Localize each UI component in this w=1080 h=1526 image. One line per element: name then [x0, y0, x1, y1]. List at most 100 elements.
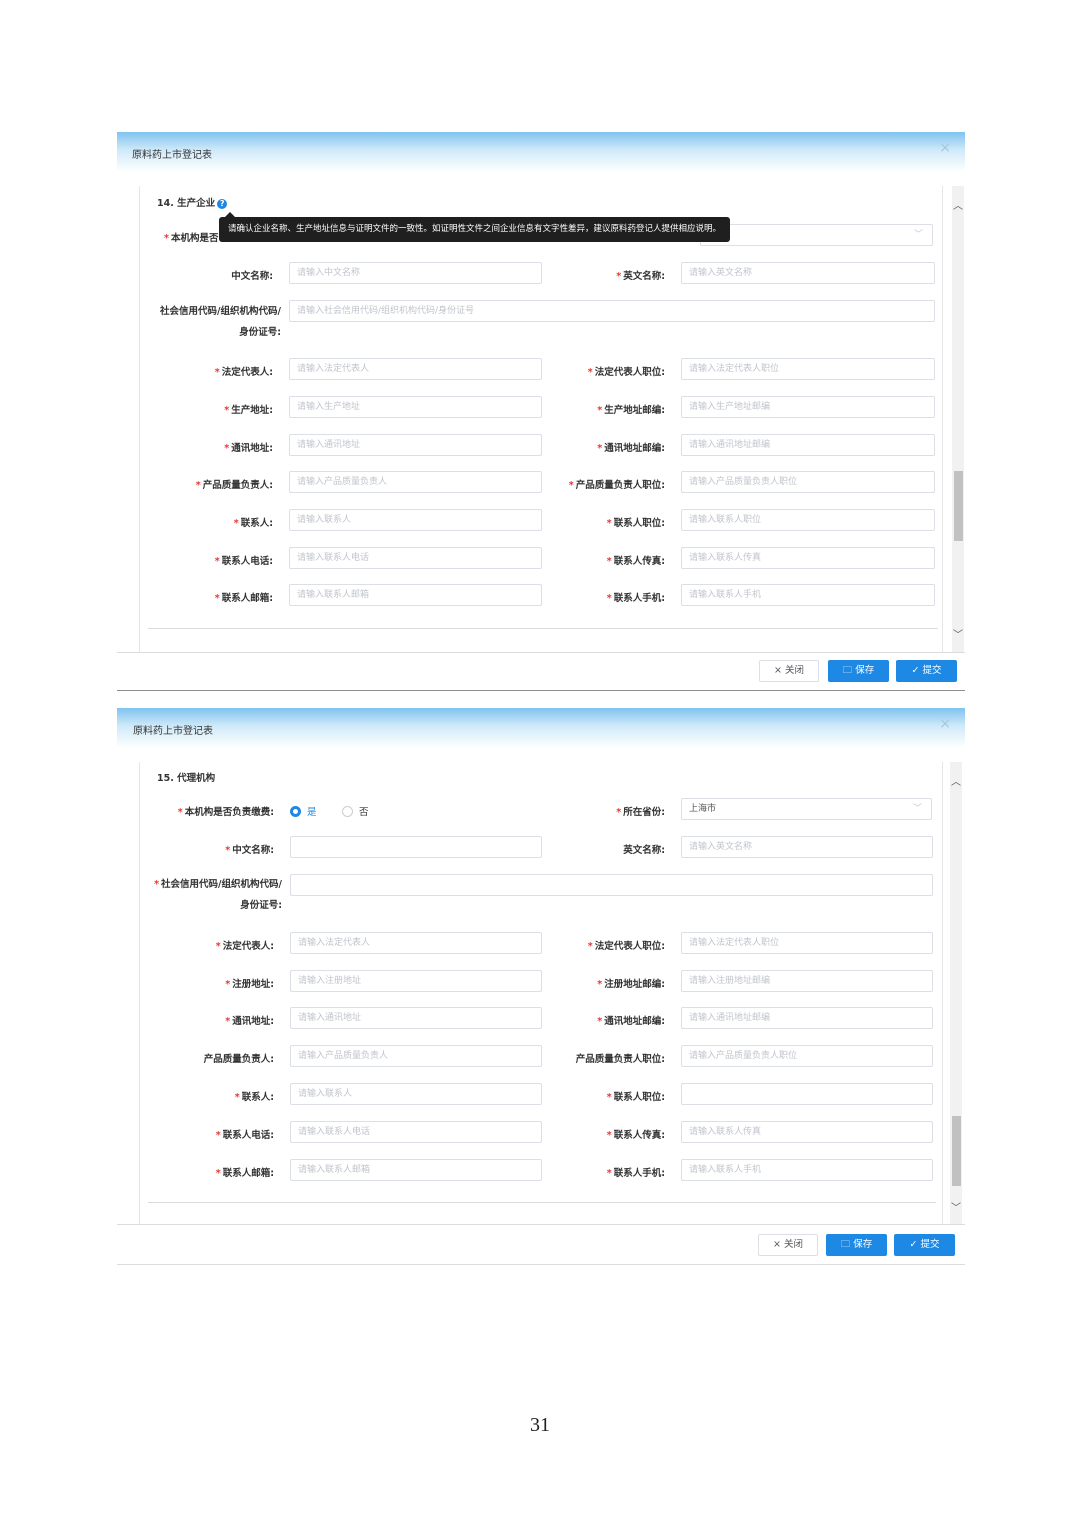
contact-email-input[interactable]: 请输入联系人邮箱: [290, 1159, 542, 1181]
payer-select[interactable]: ﹀: [700, 224, 933, 246]
submit-button[interactable]: ✓ 提交: [894, 1234, 955, 1256]
page-number: 31: [530, 1414, 550, 1436]
payer-yes-radio[interactable]: 是: [290, 804, 317, 818]
scrollbar[interactable]: ︿ ﹀: [952, 186, 964, 652]
section-title: 14. 生产企业?: [157, 195, 228, 209]
reg-zip-input[interactable]: 请输入注册地址邮编: [681, 970, 933, 992]
dialog-bottom-edge: [117, 1264, 965, 1265]
scroll-up-icon[interactable]: ︿: [950, 773, 962, 788]
contact-position-input[interactable]: 请输入联系人职位: [681, 509, 935, 531]
quality-manager-position-input[interactable]: 请输入产品质量负责人职位: [681, 471, 935, 493]
quality-manager-input[interactable]: 请输入产品质量负责人: [290, 1045, 542, 1067]
mail-address-input[interactable]: 请输入通讯地址: [290, 1007, 542, 1029]
legal-rep-input[interactable]: 请输入法定代表人: [290, 932, 542, 954]
province-label: * 所在省份:: [616, 807, 665, 818]
province-select[interactable]: 上海市 ﹀: [681, 798, 932, 820]
legal-rep-position-input[interactable]: 请输入法定代表人职位: [681, 358, 935, 380]
contact-email-input[interactable]: 请输入联系人邮箱: [289, 584, 542, 606]
contact-phone-label: * 联系人电话:: [214, 556, 273, 567]
help-tooltip: 请确认企业名称、生产地址信息与证明文件的一致性。如证明性文件之间企业信息有文字性…: [219, 212, 731, 242]
payer-no-radio[interactable]: 否: [342, 804, 369, 818]
reg-zip-label: * 注册地址邮编:: [597, 979, 665, 990]
contact-position-input[interactable]: [681, 1083, 933, 1105]
dialog-title: 原料药上市登记表: [132, 150, 212, 161]
legal-rep-label: * 法定代表人:: [215, 941, 274, 952]
production-zip-input[interactable]: 请输入生产地址邮编: [681, 396, 935, 418]
scrollbar-thumb[interactable]: [954, 471, 963, 541]
contact-email-label: * 联系人邮箱:: [214, 593, 273, 604]
mail-zip-input[interactable]: 请输入通讯地址邮编: [681, 1007, 933, 1029]
cn-name-input[interactable]: 请输入中文名称: [289, 262, 542, 284]
dialog-title: 原料药上市登记表: [133, 726, 213, 737]
en-name-input[interactable]: 请输入英文名称: [681, 262, 935, 284]
production-address-input[interactable]: 请输入生产地址: [289, 396, 542, 418]
contact-position-label: * 联系人职位:: [606, 518, 665, 529]
quality-manager-input[interactable]: 请输入产品质量负责人: [289, 471, 542, 493]
section-title: 15. 代理机构: [157, 773, 216, 784]
contact-position-label: * 联系人职位:: [606, 1092, 665, 1103]
footer-divider: [117, 652, 965, 653]
close-button[interactable]: × 关闭: [758, 1234, 818, 1256]
credit-code-input[interactable]: 请输入社会信用代码/组织机构代码/身份证号: [289, 300, 935, 322]
credit-code-input[interactable]: [290, 874, 933, 896]
scrollbar[interactable]: ︿ ﹀: [950, 762, 962, 1224]
close-icon[interactable]: ×: [939, 140, 951, 156]
contact-mobile-label: * 联系人手机:: [606, 593, 665, 604]
scroll-down-icon[interactable]: ﹀: [950, 1199, 962, 1214]
credit-code-label: * 社会信用代码/组织机构代码/身份证号:: [154, 879, 282, 911]
contact-fax-input[interactable]: 请输入联系人传真: [681, 547, 935, 569]
en-name-label: * 英文名称:: [616, 271, 665, 282]
contact-phone-input[interactable]: 请输入联系人电话: [289, 547, 542, 569]
legal-rep-label: * 法定代表人:: [214, 367, 273, 378]
mail-zip-label: * 通讯地址邮编:: [597, 443, 665, 454]
close-icon[interactable]: ×: [939, 716, 951, 732]
contact-fax-label: * 联系人传真:: [606, 1130, 665, 1141]
cn-name-label: * 中文名称:: [225, 845, 274, 856]
section-divider: [148, 628, 938, 629]
cn-name-label: 中文名称:: [231, 271, 273, 282]
legal-rep-input[interactable]: 请输入法定代表人: [289, 358, 542, 380]
help-icon[interactable]: ?: [217, 198, 228, 209]
section-title-text: 14. 生产企业: [157, 198, 216, 209]
reg-address-input[interactable]: 请输入注册地址: [290, 970, 542, 992]
scroll-down-icon[interactable]: ﹀: [952, 626, 964, 641]
legal-rep-position-label: * 法定代表人职位:: [587, 941, 665, 952]
contact-input[interactable]: 请输入联系人: [289, 509, 542, 531]
mail-address-input[interactable]: 请输入通讯地址: [289, 434, 542, 456]
chevron-down-icon: ﹀: [912, 804, 922, 814]
credit-code-label: 社会信用代码/组织机构代码/身份证号:: [160, 306, 281, 338]
mail-zip-input[interactable]: 请输入通讯地址邮编: [681, 434, 935, 456]
contact-email-label: * 联系人邮箱:: [215, 1168, 274, 1179]
contact-mobile-input[interactable]: 请输入联系人手机: [681, 1159, 933, 1181]
contact-mobile-input[interactable]: 请输入联系人手机: [681, 584, 935, 606]
contact-label: * 联系人:: [234, 1092, 274, 1103]
contact-fax-input[interactable]: 请输入联系人传真: [681, 1121, 933, 1143]
form-scroll-area: 14. 生产企业? * 本机构是否 ﹀ 中文名称: 请输入中文名称 * 英文名称: …: [139, 186, 943, 652]
contact-fax-label: * 联系人传真:: [606, 556, 665, 567]
contact-phone-input[interactable]: 请输入联系人电话: [290, 1121, 542, 1143]
contact-label: * 联系人:: [233, 518, 273, 529]
scroll-up-icon[interactable]: ︿: [952, 197, 964, 212]
registration-dialog-manufacturer: 原料药上市登记表 × 14. 生产企业? * 本机构是否 ﹀ 中文名称: 请输入中…: [117, 132, 965, 692]
production-address-label: * 生产地址:: [224, 405, 273, 416]
scrollbar-thumb[interactable]: [952, 1116, 961, 1186]
footer-divider: [117, 1224, 965, 1225]
cn-name-input[interactable]: [290, 836, 542, 858]
quality-manager-position-input[interactable]: 请输入产品质量负责人职位: [681, 1045, 933, 1067]
close-button[interactable]: × 关闭: [759, 660, 819, 682]
submit-button[interactable]: ✓ 提交: [896, 660, 957, 682]
dialog-header: 原料药上市登记表 ×: [117, 132, 965, 172]
quality-manager-label: 产品质量负责人:: [203, 1054, 274, 1065]
en-name-input[interactable]: 请输入英文名称: [681, 836, 933, 858]
mail-zip-label: * 通讯地址邮编:: [597, 1016, 665, 1027]
mail-address-label: * 通讯地址:: [224, 443, 273, 454]
contact-phone-label: * 联系人电话:: [215, 1130, 274, 1141]
save-button[interactable]: 🗀 保存: [826, 1234, 887, 1256]
production-zip-label: * 生产地址邮编:: [597, 405, 665, 416]
legal-rep-position-input[interactable]: 请输入法定代表人职位: [681, 932, 933, 954]
legal-rep-position-label: * 法定代表人职位:: [587, 367, 665, 378]
contact-input[interactable]: 请输入联系人: [290, 1083, 542, 1105]
save-button[interactable]: 🗀 保存: [828, 660, 889, 682]
quality-manager-position-label: 产品质量负责人职位:: [575, 1054, 665, 1065]
registration-dialog-agency: 原料药上市登记表 × 15. 代理机构 * 本机构是否负责缴费: 是 否 * 所在省…: [117, 708, 965, 1266]
